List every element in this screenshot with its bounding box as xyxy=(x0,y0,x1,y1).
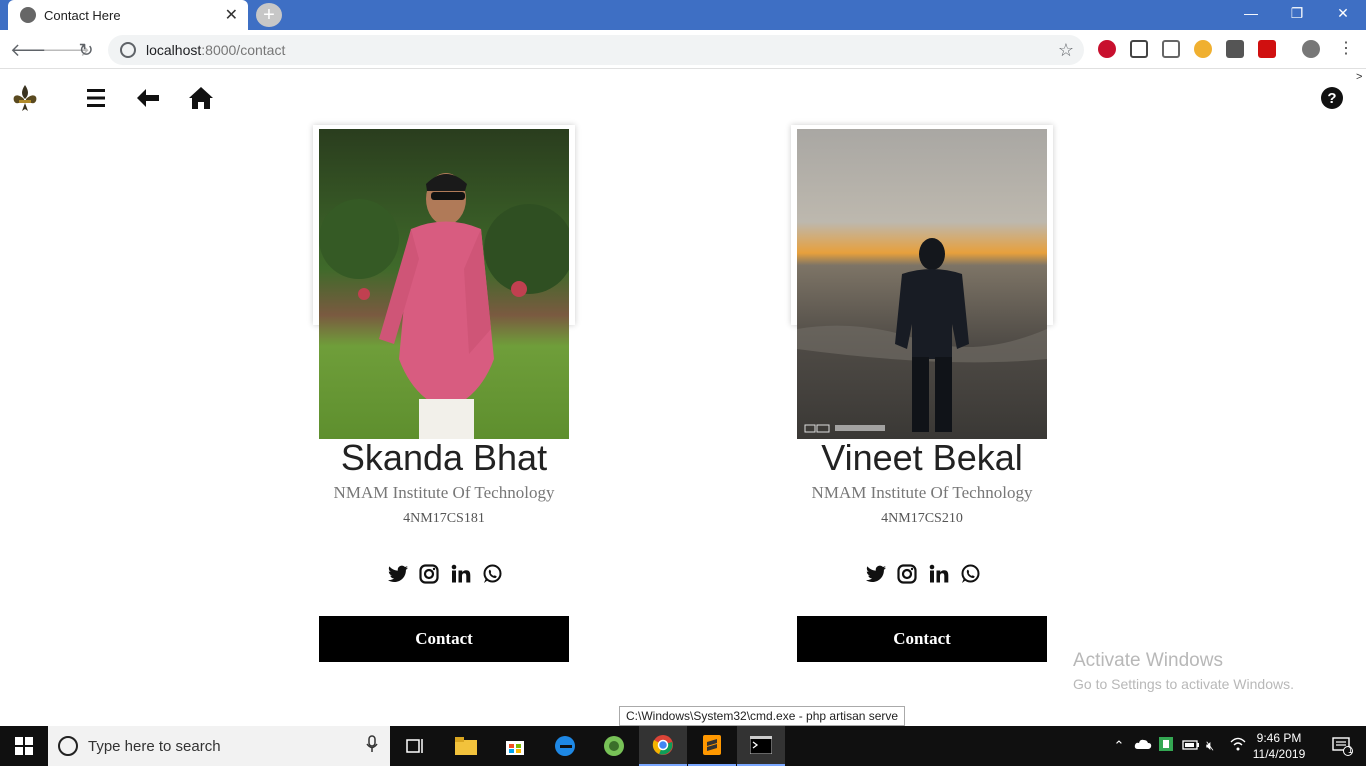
restore-button[interactable]: ❐ xyxy=(1274,0,1320,30)
task-view-icon[interactable] xyxy=(392,726,440,766)
contact-usn: 4NM17CS181 xyxy=(403,511,485,526)
android-studio-icon[interactable] xyxy=(590,726,638,766)
chrome-icon[interactable] xyxy=(639,726,687,766)
linkedin-icon[interactable] xyxy=(928,563,950,585)
camera-extension-icon[interactable] xyxy=(1226,40,1244,58)
instagram-icon[interactable] xyxy=(896,563,918,585)
back-arrow-icon[interactable] xyxy=(133,83,163,113)
corner-arrow: > xyxy=(1356,71,1363,83)
contact-name: Vineet Bekal xyxy=(821,437,1023,478)
search-placeholder: Type here to search xyxy=(88,737,221,755)
pdf-extension-icon[interactable] xyxy=(1258,40,1276,58)
twitter-icon[interactable] xyxy=(865,563,887,585)
command-prompt-icon[interactable] xyxy=(737,726,785,766)
globe-icon xyxy=(20,7,36,23)
social-links xyxy=(865,563,981,585)
help-icon[interactable]: ? xyxy=(1317,83,1347,113)
chevron-up-icon[interactable]: ⌃ xyxy=(1108,738,1130,754)
browser-menu-icon[interactable]: ⋮ xyxy=(1338,40,1354,58)
instagram-icon[interactable] xyxy=(418,563,440,585)
browser-tab[interactable]: Contact Here ✕ xyxy=(8,0,248,30)
clock-time: 9:46 PM xyxy=(1256,731,1302,745)
volume-muted-icon[interactable]: 🔇︎ xyxy=(1206,738,1228,754)
url-path: :8000/contact xyxy=(201,42,286,58)
hamburger-menu-icon[interactable] xyxy=(81,83,111,113)
fleur-de-lis-logo-icon[interactable] xyxy=(10,83,40,113)
system-tray: ⌃ 🔇︎ xyxy=(1108,726,1252,766)
file-explorer-icon[interactable] xyxy=(442,726,490,766)
onedrive-icon[interactable] xyxy=(1134,737,1156,755)
contact-usn: 4NM17CS210 xyxy=(881,511,963,526)
profile-avatar[interactable] xyxy=(1302,40,1320,58)
taskbar-search[interactable]: Type here to search xyxy=(48,726,390,766)
activate-windows-watermark: Activate Windows Go to Settings to activ… xyxy=(1073,650,1294,692)
new-tab-button[interactable]: + xyxy=(256,3,282,27)
microphone-icon[interactable] xyxy=(366,734,378,758)
windows-taskbar: Type here to search ⌃ 🔇︎ 9:46 PM 11/4/20… xyxy=(0,726,1366,766)
taskbar-tooltip: C:\Windows\System32\cmd.exe - php artisa… xyxy=(619,706,906,726)
taskbar-clock[interactable]: 9:46 PM 11/4/2019 xyxy=(1250,730,1308,762)
whatsapp-icon[interactable] xyxy=(959,563,981,585)
notification-count: 1 xyxy=(1348,745,1354,755)
contact-name: Skanda Bhat xyxy=(340,437,548,478)
contact-institute: NMAM Institute Of Technology xyxy=(811,483,1033,502)
browser-titlebar: Contact Here ✕ + — ❐ ✕ xyxy=(0,0,1366,30)
url-host: localhost xyxy=(146,42,202,58)
address-bar[interactable]: localhost:8000/contact ☆ xyxy=(108,35,1084,65)
owl-extension-icon[interactable] xyxy=(1194,40,1212,58)
minimize-button[interactable]: — xyxy=(1228,0,1274,30)
notification-center-icon[interactable]: 1 xyxy=(1318,726,1366,766)
url-text: localhost:8000/contact xyxy=(146,42,1058,58)
edge-icon[interactable] xyxy=(541,726,589,766)
profile-photo xyxy=(797,129,1047,439)
twitter-icon[interactable] xyxy=(387,563,409,585)
whatsapp-icon[interactable] xyxy=(481,563,503,585)
home-icon[interactable] xyxy=(186,83,216,113)
wifi-icon[interactable] xyxy=(1230,737,1252,756)
contact-institute: NMAM Institute Of Technology xyxy=(333,483,555,502)
contact-button[interactable]: Contact xyxy=(797,616,1047,662)
docs-extension-icon[interactable] xyxy=(1162,40,1180,58)
store-icon[interactable] xyxy=(491,726,539,766)
tab-close-icon[interactable]: ✕ xyxy=(225,5,238,25)
contacts-section: Skanda Bhat NMAM Institute Of Technology… xyxy=(0,125,1366,705)
browser-toolbar: 🡐 🡒 ↻ localhost:8000/contact ☆ ⋮ xyxy=(0,30,1366,69)
tab-title: Contact Here xyxy=(44,7,121,23)
activate-title: Activate Windows xyxy=(1073,650,1223,671)
contact-button[interactable]: Contact xyxy=(319,616,569,662)
adblock-extension-icon[interactable] xyxy=(1098,40,1116,58)
extension-icon[interactable] xyxy=(1130,40,1148,58)
browser-back-button[interactable]: 🡐 xyxy=(10,38,58,62)
bookmark-star-icon[interactable]: ☆ xyxy=(1058,40,1074,61)
cortana-icon xyxy=(58,736,78,756)
svg-text:?: ? xyxy=(1327,90,1336,107)
activate-subtitle: Go to Settings to activate Windows. xyxy=(1073,676,1294,692)
profile-photo xyxy=(319,129,574,439)
page-navbar: ? > xyxy=(0,69,1366,125)
clock-date: 11/4/2019 xyxy=(1252,747,1306,761)
linkedin-icon[interactable] xyxy=(450,563,472,585)
app-tray-icon[interactable] xyxy=(1158,736,1180,757)
window-close-button[interactable]: ✕ xyxy=(1320,0,1366,30)
social-links xyxy=(387,563,503,585)
windows-start-icon[interactable] xyxy=(0,726,48,766)
battery-icon[interactable] xyxy=(1182,737,1204,755)
sublime-text-icon[interactable] xyxy=(688,726,736,766)
browser-forward-button[interactable]: 🡒 xyxy=(42,38,90,62)
reload-button[interactable]: ↻ xyxy=(74,38,98,62)
info-icon[interactable] xyxy=(120,42,136,58)
